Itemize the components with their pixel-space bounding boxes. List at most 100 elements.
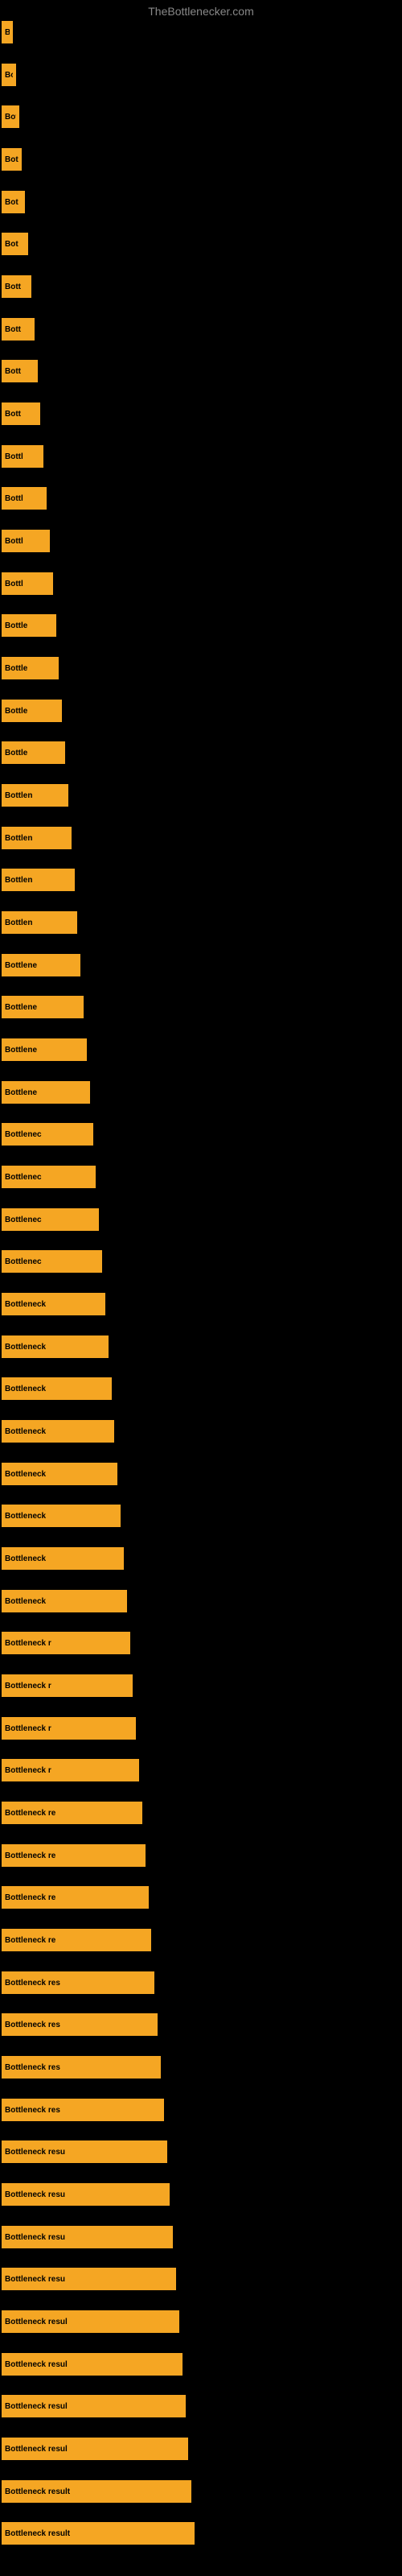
bar: Bo bbox=[2, 64, 16, 86]
bar-item: Bottleneck bbox=[2, 1590, 127, 1612]
bar-label: Bottlene bbox=[5, 961, 37, 970]
bar: Bottleneck res bbox=[2, 2013, 158, 2036]
bar-label: Bottleneck res bbox=[5, 1979, 60, 1988]
bar-item: Bottleneck res bbox=[2, 2056, 161, 2079]
bar-label: Bottleneck resul bbox=[5, 2402, 68, 2411]
bar: Bottleneck bbox=[2, 1293, 105, 1315]
bar-item: Bottleneck bbox=[2, 1547, 124, 1570]
bar-label: Bottlen bbox=[5, 791, 32, 800]
bar-item: Bott bbox=[2, 275, 31, 298]
bar-item: Bottleneck resu bbox=[2, 2226, 173, 2248]
bar-item: Bottleneck bbox=[2, 1335, 109, 1358]
bar-label: Bott bbox=[5, 283, 21, 291]
bar: Bottleneck res bbox=[2, 1971, 154, 1994]
bar: Bottleneck res bbox=[2, 2056, 161, 2079]
bar: Bottleneck bbox=[2, 1377, 112, 1400]
bar-item: Bottlenec bbox=[2, 1208, 99, 1231]
bar: Bottleneck bbox=[2, 1420, 114, 1443]
bar: Bottleneck result bbox=[2, 2480, 191, 2503]
bar: Bottleneck bbox=[2, 1547, 124, 1570]
bar-item: Bottleneck r bbox=[2, 1759, 139, 1781]
bar: Bottleneck resu bbox=[2, 2226, 173, 2248]
bar-item: Bottlene bbox=[2, 996, 84, 1018]
bar-label: Bot bbox=[5, 240, 18, 249]
bar-item: Bo bbox=[2, 64, 16, 86]
bar-item: Bottleneck resul bbox=[2, 2395, 186, 2417]
bar-item: Bottlen bbox=[2, 827, 72, 849]
bar-item: Bottleneck resul bbox=[2, 2353, 183, 2376]
bar: Bottleneck re bbox=[2, 1886, 149, 1909]
bar: Bot bbox=[2, 105, 19, 128]
bar-item: Bottl bbox=[2, 530, 50, 552]
bar-label: Bott bbox=[5, 325, 21, 334]
bar-label: Bottlenec bbox=[5, 1216, 42, 1224]
bar-item: Bottleneck re bbox=[2, 1844, 146, 1867]
bar-label: Bottleneck r bbox=[5, 1682, 51, 1690]
bar: Bottle bbox=[2, 614, 56, 637]
bar-label: Bottleneck re bbox=[5, 1852, 55, 1860]
bar-label: Bottleneck r bbox=[5, 1766, 51, 1775]
bar-label: Bot bbox=[5, 198, 18, 207]
bar-label: Bottleneck bbox=[5, 1343, 46, 1352]
bar: Bottle bbox=[2, 700, 62, 722]
bar-item: Bottleneck re bbox=[2, 1802, 142, 1824]
bar-label: Bottl bbox=[5, 537, 23, 546]
bar-item: Bottlen bbox=[2, 869, 75, 891]
bar: Bott bbox=[2, 275, 31, 298]
bar-item: Bottleneck resul bbox=[2, 2310, 179, 2333]
bar-label: Bottlen bbox=[5, 876, 32, 885]
bar-label: Bottlene bbox=[5, 1046, 37, 1055]
bar: Bottleneck bbox=[2, 1463, 117, 1485]
bar-item: Bottleneck res bbox=[2, 1971, 154, 1994]
bar: Bottleneck r bbox=[2, 1632, 130, 1654]
bar-label: Bottlene bbox=[5, 1003, 37, 1012]
bar-label: Bottlenec bbox=[5, 1257, 42, 1266]
bar-label: Bottlenec bbox=[5, 1173, 42, 1182]
bar-item: Bo bbox=[2, 21, 13, 43]
bar-item: Bottleneck bbox=[2, 1463, 117, 1485]
bar: Bottlenec bbox=[2, 1123, 93, 1146]
bar-item: Bottlene bbox=[2, 1081, 90, 1104]
site-title: TheBottlenecker.com bbox=[0, 0, 402, 21]
bar: Bottlene bbox=[2, 1038, 87, 1061]
bar-item: Bott bbox=[2, 360, 38, 382]
bar: Bottleneck res bbox=[2, 2099, 164, 2121]
bar: Bottleneck resu bbox=[2, 2140, 167, 2163]
bar: Bottl bbox=[2, 487, 47, 510]
bar-item: Bottleneck res bbox=[2, 2099, 164, 2121]
bar-item: Bottleneck bbox=[2, 1293, 105, 1315]
bar-label: Bottl bbox=[5, 580, 23, 588]
bar-item: Bottl bbox=[2, 572, 53, 595]
bar: Bottleneck re bbox=[2, 1844, 146, 1867]
bar-label: Bottleneck resu bbox=[5, 2190, 65, 2199]
bar-item: Bottleneck resu bbox=[2, 2183, 170, 2206]
bar-item: Bottleneck res bbox=[2, 2013, 158, 2036]
bar-label: Bottleneck resul bbox=[5, 2445, 68, 2454]
bar-label: Bottleneck r bbox=[5, 1639, 51, 1648]
bar: Bottle bbox=[2, 741, 65, 764]
bar-item: Bottl bbox=[2, 487, 47, 510]
bar-label: Bottl bbox=[5, 452, 23, 461]
bar-label: Bottleneck re bbox=[5, 1936, 55, 1945]
bar: Bottleneck r bbox=[2, 1717, 136, 1740]
bar-label: Bottleneck bbox=[5, 1554, 46, 1563]
bar-label: Bottlen bbox=[5, 834, 32, 843]
bar-item: Bottleneck bbox=[2, 1505, 121, 1527]
bar-label: Bot bbox=[5, 155, 18, 164]
bar: Bottleneck r bbox=[2, 1674, 133, 1697]
bar-label: Bottleneck res bbox=[5, 2106, 60, 2115]
bar: Bottl bbox=[2, 445, 43, 468]
bar: Bottlen bbox=[2, 911, 77, 934]
bar-item: Bottleneck resu bbox=[2, 2268, 176, 2290]
bar-label: Bottleneck resu bbox=[5, 2233, 65, 2242]
bar-label: Bottleneck resul bbox=[5, 2318, 68, 2326]
bar: Bottl bbox=[2, 572, 53, 595]
bar-item: Bottlen bbox=[2, 911, 77, 934]
bar-label: Bottle bbox=[5, 621, 27, 630]
bar-label: Bott bbox=[5, 410, 21, 419]
bar-label: Bottlenec bbox=[5, 1130, 42, 1139]
bar: Bottlen bbox=[2, 827, 72, 849]
bar-item: Bottleneck re bbox=[2, 1929, 151, 1951]
bar-label: Bottle bbox=[5, 707, 27, 716]
bar-label: Bottlene bbox=[5, 1088, 37, 1097]
